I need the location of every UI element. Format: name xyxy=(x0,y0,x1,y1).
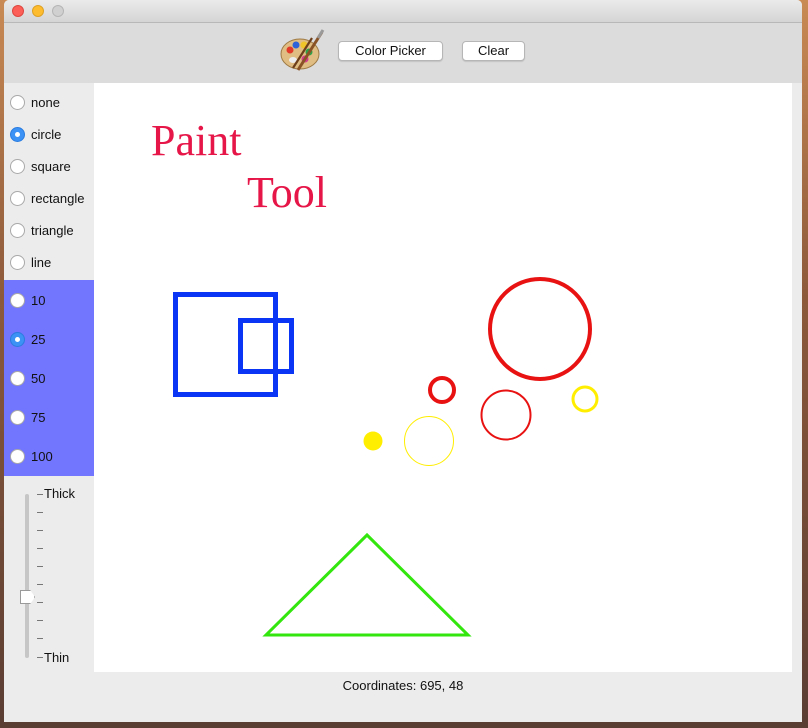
size-radio-25[interactable] xyxy=(10,331,25,347)
size-label: 50 xyxy=(31,370,46,386)
slider-tick xyxy=(37,657,43,658)
app-window: Color Picker Clear none circle square re… xyxy=(4,0,802,722)
red-circle-small xyxy=(428,376,456,404)
shape-label: rectangle xyxy=(31,190,85,206)
color-picker-button[interactable]: Color Picker xyxy=(338,41,443,61)
size-radio-100[interactable] xyxy=(10,448,25,464)
minimize-window-button[interactable] xyxy=(32,5,44,17)
yellow-dot xyxy=(363,431,383,451)
canvas-shapes xyxy=(173,277,599,637)
close-window-button[interactable] xyxy=(12,5,24,17)
palette-icon xyxy=(280,29,325,71)
zoom-window-button[interactable] xyxy=(52,5,64,17)
shape-option-square[interactable]: square xyxy=(10,156,71,176)
shape-option-triangle[interactable]: triangle xyxy=(10,220,74,240)
shape-radio-line[interactable] xyxy=(10,254,25,270)
slider-tick xyxy=(37,602,43,603)
shape-radio-square[interactable] xyxy=(10,158,25,174)
clear-button[interactable]: Clear xyxy=(462,41,525,61)
shape-label: none xyxy=(31,94,60,110)
shape-option-none[interactable]: none xyxy=(10,92,60,112)
size-label: 25 xyxy=(31,331,46,347)
thickness-max-label: Thick xyxy=(44,486,76,501)
shape-label: circle xyxy=(31,126,62,142)
shape-option-circle[interactable]: circle xyxy=(10,124,61,144)
shape-radio-none[interactable] xyxy=(10,94,25,110)
toolbar: Color Picker Clear xyxy=(4,23,802,83)
title-bar[interactable] xyxy=(4,0,802,23)
green-triangle xyxy=(262,532,472,637)
size-label: 10 xyxy=(31,292,46,308)
slider-tick xyxy=(37,584,43,585)
yellow-circle-ring xyxy=(571,385,599,413)
thickness-slider-thumb[interactable] xyxy=(20,590,35,604)
blue-square-small xyxy=(238,318,294,374)
drawing-canvas[interactable]: Paint Tool xyxy=(94,83,792,672)
red-circle-large xyxy=(488,277,592,381)
size-radio-75[interactable] xyxy=(10,409,25,425)
shape-radio-triangle[interactable] xyxy=(10,222,25,238)
size-label: 75 xyxy=(31,409,46,425)
size-option-25[interactable]: 25 xyxy=(10,329,45,349)
size-option-100[interactable]: 100 xyxy=(10,446,53,466)
size-option-50[interactable]: 50 xyxy=(10,368,45,388)
slider-tick xyxy=(37,620,43,621)
blue-square-large xyxy=(173,292,278,397)
size-radio-50[interactable] xyxy=(10,370,25,386)
shape-label: line xyxy=(31,254,52,270)
thickness-panel: Thick Thin xyxy=(4,476,94,672)
shape-radio-rectangle[interactable] xyxy=(10,190,25,206)
thickness-slider-track[interactable] xyxy=(25,494,29,658)
size-radio-10[interactable] xyxy=(10,292,25,308)
shape-selector: none circle square rectangle triangle li… xyxy=(4,83,94,280)
size-selector: 10 25 50 75 100 xyxy=(4,280,94,476)
slider-tick xyxy=(37,494,43,495)
size-label: 100 xyxy=(31,448,53,464)
slider-tick xyxy=(37,638,43,639)
coordinates-readout: Coordinates: 695, 48 xyxy=(342,678,464,693)
slider-tick xyxy=(37,512,43,513)
size-option-75[interactable]: 75 xyxy=(10,407,45,427)
shape-option-rectangle[interactable]: rectangle xyxy=(10,188,84,208)
shape-option-line[interactable]: line xyxy=(10,252,51,272)
yellow-circle-thin xyxy=(404,416,454,466)
slider-tick xyxy=(37,530,43,531)
red-circle-medium xyxy=(480,389,532,441)
shape-radio-circle[interactable] xyxy=(10,126,25,142)
slider-tick xyxy=(37,566,43,567)
size-option-10[interactable]: 10 xyxy=(10,290,45,310)
shape-label: square xyxy=(31,158,71,174)
slider-tick xyxy=(37,548,43,549)
shape-label: triangle xyxy=(31,222,74,238)
thickness-min-label: Thin xyxy=(44,650,70,665)
